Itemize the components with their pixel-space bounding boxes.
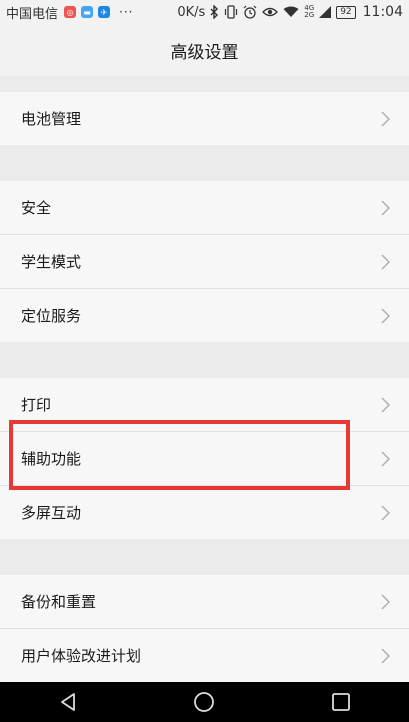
- setting-label: 打印: [21, 396, 52, 414]
- wifi-icon: [283, 6, 299, 17]
- setting-label: 多屏互动: [21, 504, 82, 522]
- network-speed: 0K/s: [177, 4, 206, 20]
- setting-item-print[interactable]: 打印: [0, 378, 409, 431]
- cellular-type: 4G 2G: [304, 4, 315, 19]
- chevron-right-icon: [381, 647, 391, 664]
- chevron-right-icon: [381, 253, 391, 270]
- runner-app-icon: ✈: [98, 6, 111, 18]
- setting-item-security[interactable]: 安全: [0, 181, 409, 234]
- chevron-right-icon: [381, 504, 391, 521]
- bluetooth-icon: [210, 5, 219, 19]
- message-app-icon: ▬: [81, 6, 94, 18]
- setting-label: 安全: [21, 199, 52, 217]
- section-gap: [0, 76, 409, 92]
- section-gap: [0, 342, 409, 378]
- chevron-right-icon: [381, 396, 391, 413]
- chevron-right-icon: [381, 307, 391, 324]
- title-bar: 高级设置: [0, 24, 409, 76]
- more-notifications-icon: ···: [119, 5, 134, 19]
- clock: 11:04: [362, 4, 403, 20]
- section-gap: [0, 539, 409, 575]
- setting-label: 电池管理: [21, 110, 82, 128]
- recents-square-icon: [331, 693, 350, 711]
- home-button[interactable]: [184, 687, 224, 717]
- chevron-right-icon: [381, 450, 391, 467]
- setting-item-user-experience[interactable]: 用户体验改进计划: [0, 629, 409, 682]
- alarm-icon: [243, 5, 257, 19]
- carrier-name: 中国电信: [6, 6, 59, 22]
- chevron-right-icon: [381, 110, 391, 127]
- page-title: 高级设置: [170, 42, 239, 63]
- chevron-right-icon: [381, 199, 391, 216]
- setting-item-battery-management[interactable]: 电池管理: [0, 92, 409, 145]
- recents-button[interactable]: [321, 687, 361, 717]
- setting-label: 用户体验改进计划: [21, 647, 142, 665]
- setting-item-multi-screen[interactable]: 多屏互动: [0, 486, 409, 539]
- home-circle-icon: [194, 692, 215, 712]
- setting-item-location-services[interactable]: 定位服务: [0, 289, 409, 342]
- battery-icon: 92: [336, 5, 356, 19]
- status-bar: 中国电信 ◎ ▬ ✈ ··· 0K/s 4G 2G 92 11:04: [0, 0, 409, 24]
- setting-label: 学生模式: [21, 253, 82, 271]
- setting-item-accessibility[interactable]: 辅助功能: [0, 432, 409, 485]
- navigation-bar: [0, 682, 409, 722]
- chevron-right-icon: [381, 593, 391, 610]
- vibrate-icon: [225, 5, 238, 19]
- eye-comfort-icon: [262, 7, 279, 17]
- setting-label: 定位服务: [21, 307, 82, 325]
- back-button[interactable]: [48, 687, 88, 717]
- signal-icon: [319, 6, 332, 18]
- section-gap: [0, 145, 409, 181]
- notification-app-icon: ◎: [64, 6, 77, 18]
- setting-label: 辅助功能: [21, 450, 82, 468]
- setting-label: 备份和重置: [21, 593, 97, 611]
- setting-item-student-mode[interactable]: 学生模式: [0, 235, 409, 288]
- back-triangle-icon: [61, 693, 76, 711]
- setting-item-backup-reset[interactable]: 备份和重置: [0, 575, 409, 628]
